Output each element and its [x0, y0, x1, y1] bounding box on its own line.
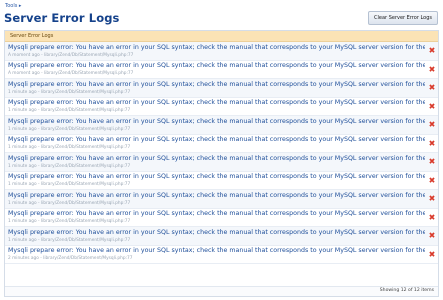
- list-item[interactable]: Mysqli prepare error: You have an error …: [5, 61, 438, 79]
- delete-x-icon[interactable]: ✖: [428, 84, 436, 92]
- error-meta: 1 minute ago - library/Zend/Db/Statement…: [8, 237, 131, 243]
- list-item[interactable]: Mysqli prepare error: You have an error …: [5, 116, 438, 135]
- list-item[interactable]: Mysqli prepare error: You have an error …: [5, 135, 438, 153]
- breadcrumb[interactable]: Tools ▸: [5, 3, 21, 9]
- list-item[interactable]: Mysqli prepare error: You have an error …: [5, 79, 438, 98]
- list-item[interactable]: Mysqli prepare error: You have an error …: [5, 153, 438, 172]
- clear-server-error-logs-button[interactable]: Clear Server Error Logs: [368, 11, 438, 25]
- error-message-link[interactable]: Mysqli prepare error: You have an error …: [8, 173, 425, 180]
- error-meta: 2 minutes ago - library/Zend/Db/Statemen…: [8, 256, 133, 261]
- error-message-link[interactable]: Mysqli prepare error: You have an error …: [8, 192, 425, 199]
- panel-header: Server Error Logs: [5, 31, 438, 42]
- list-footer: Showing 12 of 12 items: [5, 286, 438, 296]
- error-message-link[interactable]: Mysqli prepare error: You have an error …: [8, 210, 425, 217]
- error-message-link[interactable]: Mysqli prepare error: You have an error …: [8, 99, 425, 106]
- error-message-link[interactable]: Mysqli prepare error: You have an error …: [8, 44, 425, 51]
- error-meta: A moment ago - library/Zend/Db/Statement…: [8, 71, 134, 76]
- error-log-panel: Server Error Logs Mysqli prepare error: …: [4, 30, 439, 297]
- list-item[interactable]: Mysqli prepare error: You have an error …: [5, 172, 438, 190]
- error-log-list: Mysqli prepare error: You have an error …: [5, 42, 438, 264]
- error-message-link[interactable]: Mysqli prepare error: You have an error …: [8, 136, 425, 143]
- page-title: Server Error Logs: [4, 11, 120, 25]
- list-item[interactable]: Mysqli prepare error: You have an error …: [5, 42, 438, 61]
- list-item[interactable]: Mysqli prepare error: You have an error …: [5, 190, 438, 209]
- delete-x-icon[interactable]: ✖: [428, 250, 436, 259]
- error-meta: 1 minute ago - library/Zend/Db/Statement…: [8, 219, 131, 224]
- delete-x-icon[interactable]: ✖: [428, 195, 436, 203]
- item-count: Showing 12 of 12 items: [379, 288, 434, 293]
- delete-x-icon[interactable]: ✖: [428, 65, 436, 74]
- error-meta: 1 minute ago - library/Zend/Db/Statement…: [8, 108, 131, 113]
- error-message-link[interactable]: Mysqli prepare error: You have an error …: [8, 118, 425, 125]
- delete-x-icon[interactable]: ✖: [428, 158, 436, 166]
- list-item[interactable]: Mysqli prepare error: You have an error …: [5, 227, 438, 246]
- error-message-link[interactable]: Mysqli prepare error: You have an error …: [8, 155, 425, 162]
- delete-x-icon[interactable]: ✖: [428, 47, 436, 55]
- delete-x-icon[interactable]: ✖: [428, 232, 436, 240]
- error-meta: 1 minute ago - library/Zend/Db/Statement…: [8, 200, 131, 206]
- list-item[interactable]: Mysqli prepare error: You have an error …: [5, 246, 438, 264]
- error-meta: A moment ago - library/Zend/Db/Statement…: [8, 52, 134, 58]
- error-meta: 1 minute ago - library/Zend/Db/Statement…: [8, 182, 131, 187]
- delete-x-icon[interactable]: ✖: [428, 176, 436, 185]
- delete-x-icon[interactable]: ✖: [428, 121, 436, 129]
- delete-x-icon[interactable]: ✖: [428, 213, 436, 222]
- list-item[interactable]: Mysqli prepare error: You have an error …: [5, 209, 438, 227]
- error-message-link[interactable]: Mysqli prepare error: You have an error …: [8, 229, 425, 236]
- error-meta: 1 minute ago - library/Zend/Db/Statement…: [8, 89, 131, 95]
- error-message-link[interactable]: Mysqli prepare error: You have an error …: [8, 247, 425, 254]
- error-meta: 1 minute ago - library/Zend/Db/Statement…: [8, 145, 131, 150]
- delete-x-icon[interactable]: ✖: [428, 102, 436, 111]
- error-meta: 1 minute ago - library/Zend/Db/Statement…: [8, 163, 131, 169]
- delete-x-icon[interactable]: ✖: [428, 139, 436, 148]
- list-item[interactable]: Mysqli prepare error: You have an error …: [5, 98, 438, 116]
- error-message-link[interactable]: Mysqli prepare error: You have an error …: [8, 62, 425, 69]
- error-message-link[interactable]: Mysqli prepare error: You have an error …: [8, 81, 425, 88]
- error-meta: 1 minute ago - library/Zend/Db/Statement…: [8, 126, 131, 132]
